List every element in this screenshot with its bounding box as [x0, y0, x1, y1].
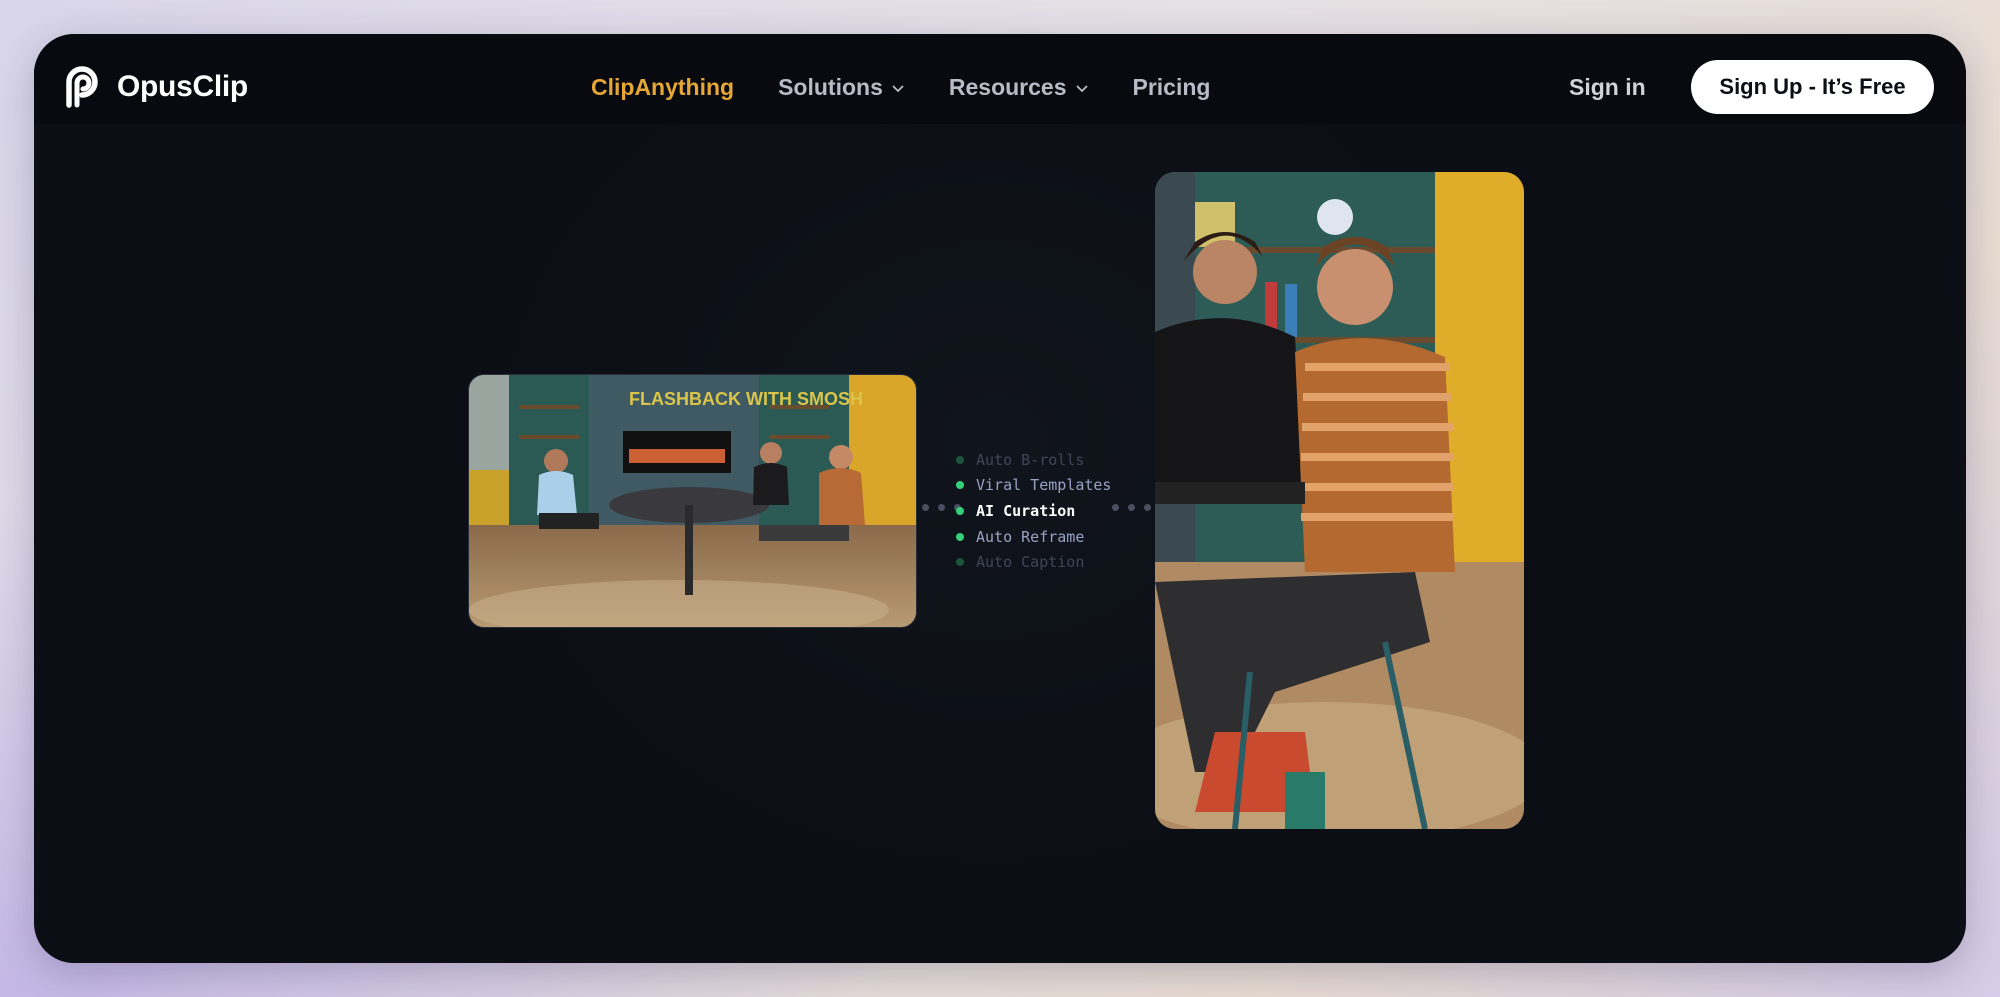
opusclip-logo-icon [66, 66, 98, 108]
connector-right [1112, 504, 1151, 511]
nav-resources-label: Resources [948, 74, 1067, 100]
output-video-clip [1155, 172, 1524, 829]
studio-sign: FLASHBACK WITH SMOSH [629, 389, 863, 409]
app-window: OpusClip ClipAnything Solutions Resource… [34, 34, 1966, 963]
feature-label: AI Curation [976, 501, 1076, 520]
feature-ai-curation: AI Curation [956, 498, 1111, 524]
nav-pricing-label: Pricing [1132, 74, 1211, 100]
feature-viral-templates: Viral Templates [956, 473, 1111, 499]
feature-auto-caption: Auto Caption [956, 549, 1111, 575]
source-video-thumbnail: FLASHBACK WITH SMOSH [468, 374, 917, 628]
main-nav: ClipAnything Solutions Resources Pricing [591, 74, 1210, 101]
status-dot-icon [956, 506, 964, 515]
feature-list: Auto B-rolls Viral Templates AI Curation… [956, 447, 1111, 575]
top-nav: OpusClip ClipAnything Solutions Resource… [34, 34, 1966, 124]
nav-clipanything-label: ClipAnything [591, 74, 735, 100]
nav-pricing[interactable]: Pricing [1133, 74, 1211, 101]
brand-name: OpusClip [117, 70, 248, 103]
feature-auto-b-rolls: Auto B-rolls [956, 447, 1111, 473]
status-dot-icon [956, 532, 964, 541]
nav-resources[interactable]: Resources [949, 74, 1089, 101]
chevron-down-icon [1075, 84, 1088, 92]
feature-label: Auto Reframe [976, 527, 1085, 546]
brand-logo[interactable]: OpusClip [61, 65, 248, 109]
status-dot-icon [956, 481, 964, 490]
feature-label: Viral Templates [976, 476, 1112, 495]
podcast-scene-wide: FLASHBACK WITH SMOSH [469, 375, 916, 627]
nav-solutions-label: Solutions [778, 74, 883, 100]
feature-label: Auto B-rolls [976, 450, 1085, 469]
sign-in-link[interactable]: Sign in [1569, 74, 1646, 101]
feature-auto-reframe: Auto Reframe [956, 524, 1111, 550]
sign-up-button[interactable]: Sign Up - It’s Free [1691, 60, 1934, 114]
podcast-scene-vertical [1155, 172, 1524, 829]
chevron-down-icon [892, 84, 904, 92]
nav-clipanything[interactable]: ClipAnything [591, 74, 734, 101]
feature-label: Auto Caption [976, 553, 1085, 572]
nav-solutions[interactable]: Solutions [778, 74, 905, 101]
status-dot-icon [956, 558, 964, 567]
status-dot-icon [956, 455, 964, 464]
